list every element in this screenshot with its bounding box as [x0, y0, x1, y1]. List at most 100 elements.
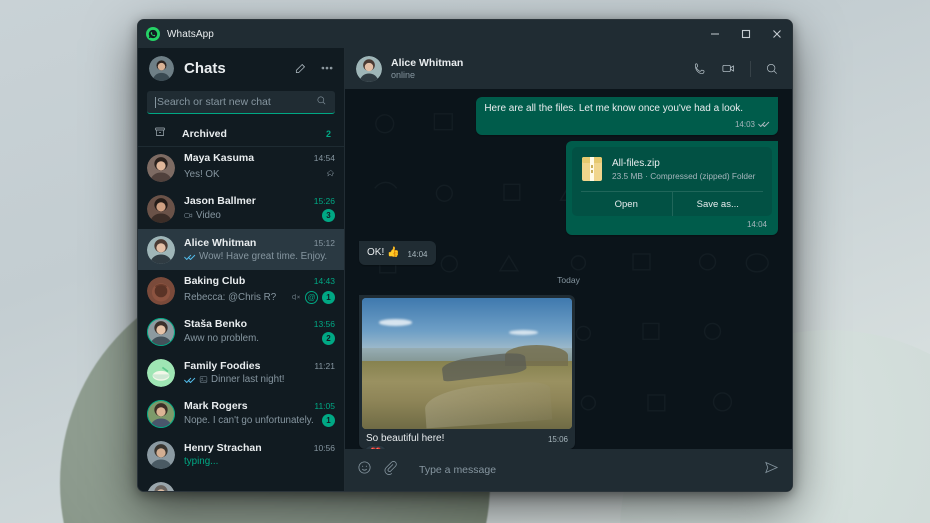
- unread-badge: 1: [322, 414, 335, 427]
- message-row: So beautiful here! 15:06 ❤️: [359, 295, 778, 449]
- chat-item-preview: Rebecca: @Chris R?: [184, 292, 276, 303]
- chat-item-name: Dawn Jones: [184, 489, 245, 492]
- chat-item-meta: 2: [317, 332, 335, 345]
- chat-item-time: 8:32: [313, 490, 335, 492]
- sidebar-item-archived[interactable]: Archived 2: [138, 121, 344, 147]
- chat-item-time: 15:12: [309, 238, 335, 248]
- chat-item-time: 11:21: [309, 361, 335, 371]
- avatar[interactable]: [147, 195, 175, 223]
- chat-item-name: Alice Whitman: [184, 237, 256, 249]
- menu-icon[interactable]: [320, 61, 334, 75]
- avatar[interactable]: [147, 482, 175, 492]
- status-ring: [147, 400, 175, 428]
- chat-item-time: 14:54: [309, 153, 335, 163]
- status-ring: [147, 318, 175, 346]
- header-divider: [750, 61, 751, 77]
- emoji-icon[interactable]: [357, 460, 372, 480]
- message-time: 15:06: [548, 435, 568, 444]
- title-bar: WhatsApp: [138, 20, 792, 48]
- chat-item-content: Mark Rogers 11:05 Nope. I can't go unfor…: [184, 400, 335, 427]
- chat-item-content: Maya Kasuma 14:54 Yes! OK: [184, 152, 335, 184]
- desktop-background: WhatsApp: [0, 0, 930, 523]
- image-caption-row: So beautiful here! 15:06: [362, 429, 572, 449]
- chat-list-item[interactable]: Dawn Jones 8:32: [138, 475, 344, 491]
- send-icon[interactable]: [764, 460, 779, 480]
- avatar-me[interactable]: [149, 56, 174, 81]
- chat-list-item[interactable]: Henry Strachan 10:56 typing...: [138, 434, 344, 475]
- chat-item-preview: Nope. I can't go unfortunately.: [184, 415, 314, 426]
- attach-icon[interactable]: [383, 460, 398, 480]
- chat-item-name: Mark Rogers: [184, 400, 248, 412]
- file-actions: Open Save as...: [581, 191, 763, 216]
- zip-file-icon: [581, 156, 603, 182]
- avatar-contact[interactable]: [356, 56, 382, 82]
- search-placeholder: Search or start new chat: [157, 96, 316, 108]
- chat-item-preview: Aww no problem.: [184, 333, 259, 344]
- avatar[interactable]: [147, 441, 175, 469]
- muted-icon: [291, 289, 301, 307]
- chat-header: Alice Whitman online: [345, 48, 792, 89]
- chat-list-item[interactable]: Jason Ballmer 15:26 Video 3: [138, 188, 344, 229]
- chat-item-name: Baking Club: [184, 275, 245, 287]
- search-input[interactable]: Search or start new chat: [147, 91, 335, 114]
- message-meta: 14:04: [572, 216, 772, 229]
- new-chat-icon[interactable]: [294, 61, 308, 75]
- message-list[interactable]: Here are all the files. Let me know once…: [345, 89, 792, 449]
- maximize-button[interactable]: [730, 20, 761, 48]
- save-as-button[interactable]: Save as...: [672, 192, 764, 216]
- image-message-bubble[interactable]: So beautiful here! 15:06 ❤️: [359, 295, 575, 449]
- chat-item-content: Jason Ballmer 15:26 Video 3: [184, 195, 335, 222]
- message-row: Here are all the files. Let me know once…: [359, 97, 778, 135]
- phone-icon[interactable]: [693, 62, 707, 76]
- contact-status: online: [391, 70, 463, 80]
- chat-list-item[interactable]: Staša Benko 13:56 Aww no problem. 2: [138, 311, 344, 352]
- chat-item-time: 15:26: [309, 196, 335, 206]
- photo-thumbnail[interactable]: [362, 298, 572, 429]
- message-reaction[interactable]: ❤️: [365, 446, 386, 449]
- message-bubble[interactable]: Here are all the files. Let me know once…: [476, 97, 778, 135]
- avatar[interactable]: [147, 154, 175, 182]
- chat-list[interactable]: Maya Kasuma 14:54 Yes! OK Jason Ballmer …: [138, 147, 344, 491]
- file-name: All-files.zip: [612, 158, 755, 169]
- sidebar-actions: [294, 61, 334, 75]
- message-input[interactable]: Type a message: [409, 464, 753, 476]
- message-row: OK! 👍 14:04: [359, 241, 778, 265]
- contact-name: Alice Whitman: [391, 57, 463, 69]
- minimize-button[interactable]: [699, 20, 730, 48]
- search-icon[interactable]: [316, 93, 327, 111]
- sidebar-header: Chats: [138, 48, 344, 88]
- read-receipt-ticks: [184, 376, 196, 384]
- pinned-icon: [325, 166, 335, 184]
- chat-item-preview: Video: [196, 210, 221, 221]
- archived-count: 2: [326, 129, 331, 139]
- search-in-chat-icon[interactable]: [765, 62, 779, 76]
- message-text: OK! 👍: [367, 247, 399, 258]
- file-message-bubble[interactable]: All-files.zip 23.5 MB · Compressed (zipp…: [566, 141, 778, 235]
- avatar[interactable]: [147, 277, 175, 305]
- message-meta: 14:03: [735, 120, 770, 132]
- chat-header-actions: [693, 61, 779, 77]
- read-receipt-ticks: [184, 253, 196, 261]
- avatar[interactable]: [147, 359, 175, 387]
- chat-list-item[interactable]: Maya Kasuma 14:54 Yes! OK: [138, 147, 344, 188]
- chat-item-time: 13:56: [309, 319, 335, 329]
- message-time: 14:03: [735, 120, 755, 131]
- message-bubble[interactable]: OK! 👍 14:04: [359, 241, 436, 265]
- close-button[interactable]: [761, 20, 792, 48]
- chat-list-item[interactable]: Baking Club 14:43 Rebecca: @Chris R? @1: [138, 270, 344, 311]
- sidebar: Chats Sea: [138, 48, 345, 491]
- message-row: All-files.zip 23.5 MB · Compressed (zipp…: [359, 141, 778, 235]
- avatar[interactable]: [147, 236, 175, 264]
- chat-list-item[interactable]: Alice Whitman 15:12 Wow! Have great time…: [138, 229, 344, 270]
- unread-badge: 1: [322, 291, 335, 304]
- chat-list-item[interactable]: Mark Rogers 11:05 Nope. I can't go unfor…: [138, 393, 344, 434]
- open-file-button[interactable]: Open: [581, 192, 672, 216]
- video-camera-icon[interactable]: [721, 61, 736, 76]
- text-caret: [155, 97, 156, 108]
- read-receipt-ticks: [758, 120, 770, 132]
- whatsapp-logo-icon: [146, 27, 160, 41]
- mention-badge: @: [305, 291, 318, 304]
- chat-item-meta: 3: [317, 209, 335, 222]
- chat-list-item[interactable]: Family Foodies 11:21 Dinner last night!: [138, 352, 344, 393]
- date-divider-label: Today: [548, 273, 589, 287]
